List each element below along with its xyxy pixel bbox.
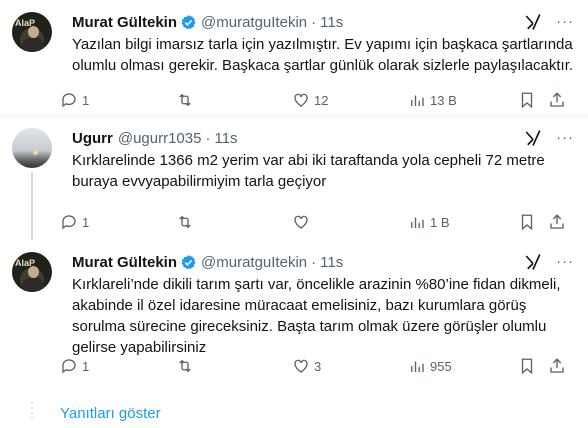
author-handle[interactable]: @muratguItekin [201, 254, 307, 271]
retweet-button[interactable] [176, 91, 292, 109]
separator: · [205, 129, 211, 147]
action-bar: 1 12 13 B [60, 90, 576, 110]
bookmark-button[interactable] [518, 357, 548, 375]
action-bar: 1 3 955 [60, 356, 576, 376]
bookmark-button[interactable] [518, 91, 548, 109]
timestamp[interactable]: 11s [320, 254, 343, 271]
tweet-header: Murat Gültekin @muratguItekin · 11s [72, 252, 576, 272]
grok-icon[interactable] [524, 253, 542, 271]
timestamp[interactable]: 11s [320, 14, 343, 31]
retweet-button[interactable] [176, 357, 292, 375]
share-button[interactable] [548, 357, 566, 375]
avatar-body [22, 38, 44, 52]
retweet-button[interactable] [176, 213, 292, 231]
like-icon [294, 359, 308, 373]
views-button[interactable]: 1 B [408, 213, 518, 231]
grok-icon[interactable] [524, 129, 542, 147]
like-button[interactable] [292, 213, 408, 231]
like-button[interactable]: 3 [292, 357, 408, 375]
share-button[interactable] [548, 213, 566, 231]
tweet[interactable]: Ugurr @ugurr1035 · 11s ··· Kırklarelinde… [0, 116, 588, 240]
like-icon [294, 93, 308, 107]
more-icon[interactable]: ··· [556, 254, 574, 269]
author-handle[interactable]: @muratguItekin [201, 14, 307, 31]
retweet-icon [179, 93, 191, 107]
thread-line [31, 172, 33, 240]
thread-dots [31, 402, 33, 422]
views-button[interactable]: 13 B [408, 91, 518, 109]
views-count: 955 [430, 358, 452, 374]
tweet[interactable]: AlaP Murat Gültekin @muratguItekin · 11s… [0, 0, 588, 116]
reply-button[interactable]: 1 [60, 91, 176, 109]
like-button[interactable]: 12 [292, 91, 408, 109]
separator: · [311, 253, 317, 271]
avatar-body [22, 278, 44, 292]
share-icon [550, 358, 564, 373]
author-handle[interactable]: @ugurr1035 [118, 130, 202, 147]
tweet[interactable]: AlaP Murat Gültekin @muratguItekin · 11s… [0, 240, 588, 404]
avatar-head [28, 26, 39, 38]
like-count: 3 [314, 358, 322, 374]
grok-icon[interactable] [524, 13, 542, 31]
show-replies-link[interactable]: Yanıtları göster [60, 405, 161, 422]
timestamp[interactable]: 11s [214, 130, 237, 147]
like-icon [294, 215, 308, 229]
share-button[interactable] [548, 91, 566, 109]
views-icon [411, 95, 424, 106]
views-button[interactable]: 955 [408, 357, 518, 375]
bookmark-icon [521, 92, 533, 109]
reply-count: 1 [82, 92, 90, 108]
author-name[interactable]: Ugurr [72, 130, 113, 147]
share-icon [550, 92, 564, 107]
avatar-sun [33, 150, 38, 155]
bookmark-icon [521, 214, 533, 231]
action-bar: 1 1 B [60, 212, 576, 232]
reply-count: 1 [82, 214, 90, 230]
like-count: 12 [314, 92, 329, 108]
reply-count: 1 [82, 358, 90, 374]
tweet-text: Kırklarelinde 1366 m2 yerim var abi iki … [72, 152, 545, 190]
views-count: 13 B [430, 92, 457, 108]
reply-icon [62, 215, 76, 230]
more-icon[interactable]: ··· [556, 130, 574, 145]
author-name[interactable]: Murat Gültekin [72, 14, 177, 31]
avatar-head [28, 266, 39, 278]
retweet-icon [179, 215, 191, 229]
reply-button[interactable]: 1 [60, 213, 176, 231]
more-icon[interactable]: ··· [556, 14, 574, 29]
views-count: 1 B [430, 214, 450, 230]
avatar[interactable]: AlaP [12, 252, 52, 292]
views-icon [411, 217, 424, 228]
verified-badge-icon [181, 254, 196, 269]
reply-icon [62, 93, 76, 108]
avatar[interactable] [12, 128, 52, 168]
tweet-text: Yazılan bilgi imarsız tarla için yazılmı… [72, 36, 574, 74]
bookmark-button[interactable] [518, 213, 548, 231]
author-name[interactable]: Murat Gültekin [72, 254, 177, 271]
share-icon [550, 214, 564, 229]
separator: · [311, 13, 317, 31]
bookmark-icon [521, 358, 533, 375]
tweet-header: Ugurr @ugurr1035 · 11s [72, 128, 576, 148]
tweet-text: Kırklareli’nde dikili tarım şartı var, ö… [72, 276, 561, 356]
reply-button[interactable]: 1 [60, 357, 176, 375]
verified-badge-icon [181, 14, 196, 29]
views-icon [411, 361, 424, 372]
avatar[interactable]: AlaP [12, 12, 52, 52]
reply-icon [62, 359, 76, 374]
tweet-header: Murat Gültekin @muratguItekin · 11s [72, 12, 576, 32]
retweet-icon [179, 359, 191, 373]
